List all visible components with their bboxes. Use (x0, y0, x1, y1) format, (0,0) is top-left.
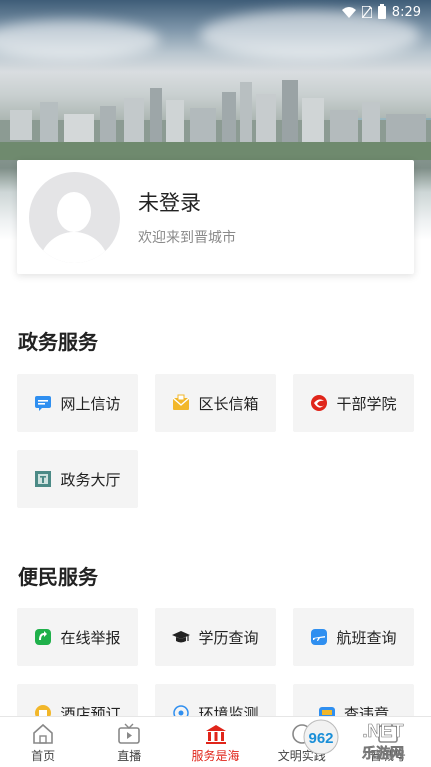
cloud (0, 20, 160, 60)
svg-text:乐游网: 乐游网 (362, 745, 404, 762)
petition-icon (35, 396, 52, 411)
nav-live[interactable]: 直播 (86, 717, 172, 767)
tile-label: 区长信箱 (198, 394, 259, 413)
tile-gov-hall[interactable]: 政务大厅 (17, 450, 138, 508)
mailbox-icon (173, 394, 190, 410)
wifi-icon (341, 6, 356, 18)
city-skyline (0, 80, 431, 160)
nav-label: 直播 (117, 749, 142, 763)
watermark-logo: 962 .NET 乐游网 (303, 719, 404, 762)
nav-label: 服务是海 (191, 749, 240, 763)
profile-card[interactable]: 未登录 欢迎来到晋城市 (17, 160, 414, 274)
report-icon (35, 629, 52, 645)
clock: 8:29 (391, 4, 421, 20)
profile-text: 未登录 欢迎来到晋城市 (138, 187, 236, 247)
flight-icon (311, 629, 328, 645)
tile-label: 政务大厅 (60, 470, 121, 489)
svg-text:962: 962 (308, 730, 333, 747)
status-bar: 8:29 (0, 0, 431, 24)
login-status[interactable]: 未登录 (138, 187, 236, 217)
academy-icon (311, 395, 328, 411)
tile-label: 航班查询 (336, 628, 397, 647)
hall-icon (35, 471, 52, 487)
tile-label: 网上信访 (60, 394, 121, 413)
convenience-services-title: 便民服务 (18, 565, 98, 589)
tile-mailbox[interactable]: 区长信箱 (155, 374, 276, 432)
tv-icon (118, 723, 141, 744)
tile-online-report[interactable]: 在线举报 (17, 608, 138, 666)
nav-services[interactable]: 服务是海 (172, 717, 258, 767)
tile-label: 学历查询 (198, 628, 259, 647)
tile-label: 干部学院 (336, 394, 397, 413)
home-icon (33, 723, 53, 744)
tile-education-query[interactable]: 学历查询 (155, 608, 276, 666)
tile-cadre-academy[interactable]: 干部学院 (293, 374, 414, 432)
building-icon (205, 725, 226, 744)
graduation-cap-icon (172, 631, 191, 643)
tile-flight-query[interactable]: 航班查询 (293, 608, 414, 666)
nav-label: 首页 (31, 749, 56, 763)
svg-text:.NET: .NET (362, 721, 403, 741)
nav-home[interactable]: 首页 (0, 717, 86, 767)
tile-online-petition[interactable]: 网上信访 (17, 374, 138, 432)
sim-icon (361, 6, 372, 18)
avatar[interactable] (29, 171, 120, 263)
welcome-text: 欢迎来到晋城市 (138, 230, 236, 246)
battery-icon (377, 3, 386, 19)
tile-label: 在线举报 (60, 628, 121, 647)
gov-services-title: 政务服务 (18, 330, 98, 354)
